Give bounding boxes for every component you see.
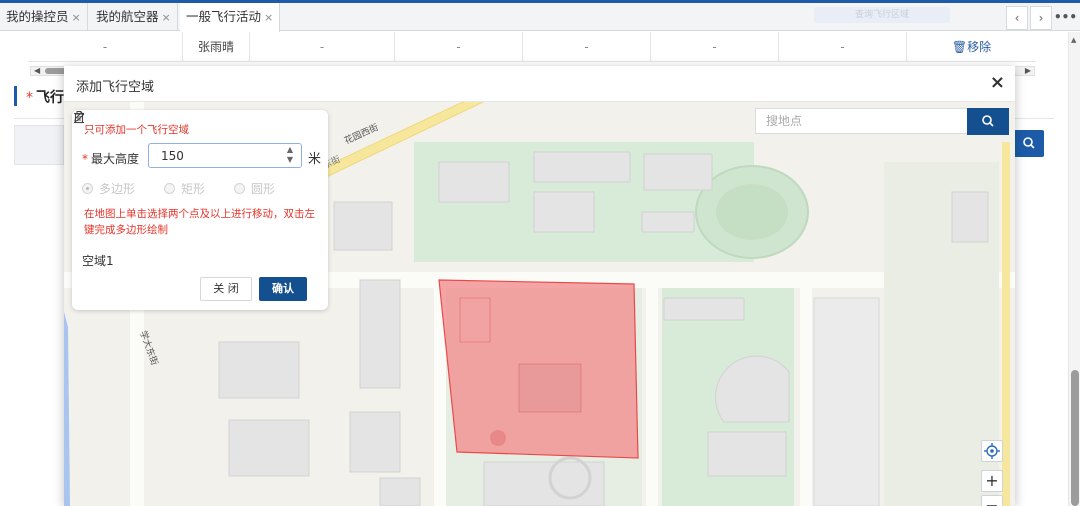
main-road bbox=[1002, 142, 1010, 506]
table-cell: - bbox=[395, 32, 523, 62]
query-area-button[interactable]: 查询飞行区域 bbox=[814, 7, 950, 23]
sports-field bbox=[716, 184, 788, 240]
road-label: 花园西街 bbox=[342, 121, 380, 147]
tree bbox=[490, 430, 506, 446]
radio-icon bbox=[82, 183, 93, 194]
vertical-scrollbar[interactable]: ▲ bbox=[1068, 32, 1080, 506]
map-search-field[interactable] bbox=[755, 108, 967, 134]
zoom-out-icon[interactable]: − bbox=[981, 495, 1003, 506]
road bbox=[800, 282, 812, 506]
scroll-up-icon[interactable]: ▲ bbox=[1071, 36, 1076, 44]
table-cell: - bbox=[250, 32, 395, 62]
tab-label: 我的操控员 bbox=[6, 9, 69, 24]
trash-icon: 🗑 bbox=[951, 40, 968, 54]
river bbox=[64, 312, 70, 506]
table-cell: - bbox=[523, 32, 651, 62]
building bbox=[333, 201, 393, 251]
building bbox=[951, 191, 989, 243]
add-airspace-dialog: 添加飞行空域 × 花园西街 学大东街 搜地点 + − 只可添加一个飞行空域 * … bbox=[64, 66, 1015, 506]
locate-icon[interactable] bbox=[981, 440, 1003, 462]
scroll-left-icon[interactable]: ◀ bbox=[34, 66, 40, 75]
remove-link[interactable]: 🗑移除 bbox=[907, 32, 1036, 62]
radio-icon bbox=[234, 183, 245, 194]
tab-my-aircraft[interactable]: 我的航空器 × bbox=[90, 3, 178, 31]
confirm-button[interactable]: 确认 bbox=[259, 277, 307, 301]
max-height-input[interactable]: 150 ▲ ▼ bbox=[148, 143, 302, 168]
zoom-in-icon[interactable]: + bbox=[981, 470, 1003, 492]
shape-circle-radio[interactable]: 圆形 bbox=[234, 180, 275, 197]
map-search-input[interactable] bbox=[756, 109, 956, 133]
dialog-title: 添加飞行空域 bbox=[76, 80, 155, 95]
more-icon[interactable]: ••• bbox=[1054, 6, 1077, 30]
building bbox=[533, 191, 595, 233]
table-cell: - bbox=[651, 32, 779, 62]
tab-bar: 我的操控员 × 我的航空器 × 一般飞行活动 × 查询飞行区域 ‹ › ••• bbox=[0, 3, 1080, 32]
tab-prev-button[interactable]: ‹ bbox=[1006, 6, 1028, 30]
building bbox=[707, 431, 787, 477]
building bbox=[533, 151, 631, 183]
draw-instructions: 在地图上单击选择两个点及以上进行移动，双击左键完成多边形绘制 bbox=[84, 208, 315, 236]
building bbox=[663, 297, 745, 321]
close-icon[interactable]: × bbox=[990, 72, 1005, 93]
shape-polygon-radio[interactable]: 多边形 bbox=[82, 180, 135, 197]
search-icon bbox=[1023, 137, 1035, 149]
building bbox=[459, 297, 491, 343]
dialog-header: 添加飞行空域 × bbox=[64, 66, 1015, 102]
tab-label: 我的航空器 bbox=[96, 9, 159, 24]
background-search-button[interactable] bbox=[1014, 130, 1044, 157]
tab-next-button[interactable]: › bbox=[1030, 6, 1052, 30]
building bbox=[349, 411, 401, 473]
building bbox=[643, 153, 713, 191]
table-row: - 张雨晴 - - - - - 🗑移除 bbox=[28, 32, 1036, 62]
section-accent-bar bbox=[14, 86, 17, 106]
scroll-right-icon[interactable]: ▶ bbox=[1025, 66, 1031, 75]
building bbox=[218, 341, 300, 399]
tab-my-operators[interactable]: 我的操控员 × bbox=[0, 3, 88, 31]
tab-general-flight[interactable]: 一般飞行活动 × bbox=[180, 3, 281, 32]
max-height-label: * 最大高度 bbox=[82, 152, 140, 166]
airspace-drawing-panel: 只可添加一个飞行空域 * 最大高度 150 ▲ ▼ 米 多边形 矩形 圆形 在地图上… bbox=[72, 110, 328, 310]
tab-label: 一般飞行活动 bbox=[186, 9, 262, 24]
table-cell: - bbox=[779, 32, 907, 62]
height-unit: 米 bbox=[308, 152, 322, 167]
max-height-value: 150 bbox=[161, 149, 184, 163]
trash-icon[interactable] bbox=[72, 110, 86, 124]
stepper-icon[interactable]: ▲ ▼ bbox=[287, 145, 293, 165]
table-cell: - bbox=[28, 32, 183, 62]
remove-label: 移除 bbox=[967, 40, 992, 54]
building bbox=[438, 161, 510, 203]
building bbox=[518, 363, 582, 413]
building bbox=[228, 419, 310, 477]
single-airspace-hint: 只可添加一个飞行空域 bbox=[84, 124, 189, 136]
table-cell-name: 张雨晴 bbox=[183, 32, 250, 62]
close-button[interactable]: 关 闭 bbox=[200, 277, 252, 301]
building bbox=[359, 279, 401, 389]
close-icon[interactable]: × bbox=[162, 11, 171, 24]
search-icon bbox=[982, 115, 994, 127]
close-icon[interactable]: × bbox=[72, 11, 81, 24]
building bbox=[379, 477, 421, 506]
table-header bbox=[14, 125, 64, 165]
road bbox=[646, 282, 658, 506]
airspace-name: 空域1 bbox=[82, 254, 114, 268]
map-search-button[interactable] bbox=[967, 108, 1009, 135]
close-icon[interactable]: × bbox=[264, 11, 273, 24]
map-view[interactable]: 花园西街 花园东街 学大东街 + − 只可添加一个飞行空域 *最大高度 150 … bbox=[64, 102, 1015, 506]
building bbox=[813, 297, 880, 506]
radio-icon bbox=[164, 183, 175, 194]
section-title: * 飞行 bbox=[26, 90, 64, 106]
scrollbar-thumb[interactable] bbox=[1071, 370, 1079, 506]
shape-rectangle-radio[interactable]: 矩形 bbox=[164, 180, 205, 197]
building bbox=[641, 211, 695, 233]
